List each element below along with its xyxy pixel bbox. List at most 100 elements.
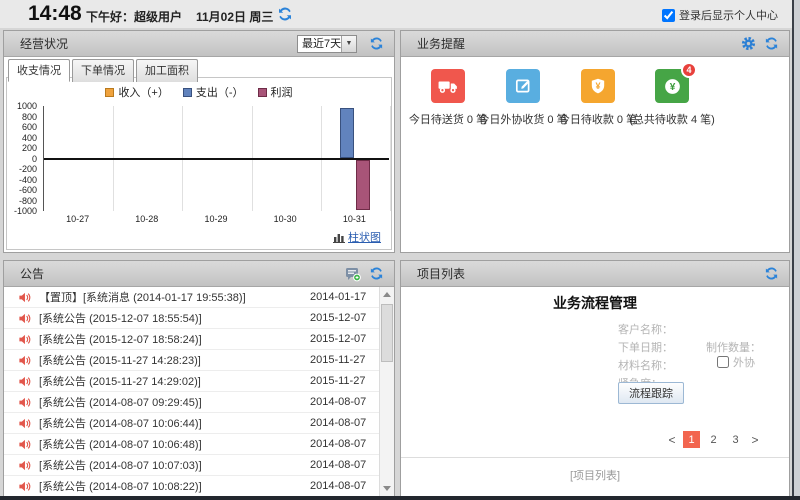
- announcement-date: 2014-08-07: [310, 417, 366, 429]
- announcement-text: 【置顶】[系统消息 (2014-01-17 19:55:38)]: [39, 289, 246, 305]
- legend-label: 支出（-）: [196, 84, 244, 100]
- topbar-refresh-icon[interactable]: [277, 6, 293, 27]
- chart-yticks: 10008006004002000-200-400-600-800-1000: [7, 106, 41, 211]
- announcement-row[interactable]: [系统公告 (2015-11-27 14:28:23)] 2015-11-27: [4, 350, 394, 371]
- project-list-panel: 项目列表 业务流程管理 客户名称： 下单日期： 制作数量： 材料名称： 外协 紧…: [400, 260, 790, 497]
- speaker-icon: [18, 333, 31, 346]
- speaker-icon: [18, 354, 31, 367]
- tab-orders[interactable]: 下单情况: [72, 59, 134, 82]
- announcement-date: 2014-01-17: [310, 291, 366, 303]
- edit-icon: [506, 69, 540, 103]
- topbar: 14:48 下午好：超级用户 11月02日 周三 登录后显示个人中心: [0, 0, 792, 28]
- legend-swatch-profit: [258, 88, 267, 97]
- announcement-date: 2014-08-07: [310, 480, 366, 492]
- announcement-row[interactable]: [系统公告 (2014-08-07 10:06:44)] 2014-08-07: [4, 413, 394, 434]
- page-button-2[interactable]: 2: [705, 431, 722, 448]
- tab-processing-area[interactable]: 加工面积: [136, 59, 198, 82]
- scroll-down-arrow[interactable]: [380, 481, 394, 496]
- announcement-date: 2014-08-07: [310, 396, 366, 408]
- scroll-up-arrow[interactable]: [380, 287, 394, 302]
- zero-axis-line: [44, 158, 389, 160]
- page-button-1[interactable]: 1: [683, 431, 700, 448]
- announcements-refresh-icon[interactable]: [369, 266, 384, 281]
- x-axis-tick: 10-27: [66, 214, 89, 224]
- page-button-3[interactable]: 3: [727, 431, 744, 448]
- chevron-down-icon[interactable]: ▼: [341, 36, 356, 52]
- reminder-payment-total[interactable]: ¥ 4 (总共待收款 4 笔): [627, 69, 717, 127]
- business-status-header: 经营状况 最近7天 ▼: [4, 31, 394, 57]
- add-announcement-icon[interactable]: [345, 266, 361, 282]
- reminders-refresh-icon[interactable]: [764, 36, 779, 51]
- y-axis-tick: 200: [22, 143, 37, 153]
- announcement-row[interactable]: [系统公告 (2014-08-07 10:07:03)] 2014-08-07: [4, 455, 394, 476]
- announcement-row[interactable]: [系统公告 (2014-08-07 10:06:48)] 2014-08-07: [4, 434, 394, 455]
- reminder-label: (总共待收款 4 笔): [627, 111, 717, 127]
- announcements-scrollbar[interactable]: [379, 287, 394, 496]
- clock: 14:48: [28, 2, 82, 26]
- gridline: [390, 106, 391, 211]
- speaker-icon: [18, 438, 31, 451]
- greeting-text: 下午好：超级用户: [86, 8, 182, 25]
- business-status-refresh-icon[interactable]: [369, 36, 384, 51]
- announcement-date: 2014-08-07: [310, 459, 366, 471]
- announcement-text: [系统公告 (2015-12-07 18:58:24)]: [39, 331, 202, 347]
- y-axis-tick: 0: [32, 154, 37, 164]
- speaker-icon: [18, 291, 31, 304]
- announcement-list: 【置顶】[系统消息 (2014-01-17 19:55:38)] 2014-01…: [4, 287, 394, 496]
- project-list-footer: [项目列表]: [401, 467, 789, 483]
- announcement-row[interactable]: [系统公告 (2014-08-07 10:08:22)] 2014-08-07: [4, 476, 394, 496]
- announcement-date: 2015-12-07: [310, 333, 366, 345]
- page-next-button[interactable]: >: [749, 431, 761, 448]
- business-status-panel: 经营状况 最近7天 ▼ 收支情况 下单情况 加工面积 收入（+） 支出（-） 利…: [3, 30, 395, 253]
- outsource-label: 外协: [733, 354, 755, 370]
- x-axis-tick: 10-30: [274, 214, 297, 224]
- customer-name-label: 客户名称：: [618, 321, 673, 337]
- page-prev-button[interactable]: <: [666, 431, 678, 448]
- outsource-checkbox[interactable]: [717, 356, 729, 368]
- personal-center-checkbox[interactable]: [662, 9, 675, 22]
- announcement-date: 2015-11-27: [310, 354, 365, 366]
- business-status-body: 收支情况 下单情况 加工面积 收入（+） 支出（-） 利润 1000800600…: [4, 57, 394, 252]
- speaker-icon: [18, 396, 31, 409]
- bar-chart-link[interactable]: 柱状图: [333, 229, 381, 245]
- divider: [401, 457, 789, 458]
- announcements-header: 公告: [4, 261, 394, 287]
- chart-xlabels: 10-2710-2810-2910-3010-31: [43, 214, 389, 228]
- announcement-row[interactable]: [系统公告 (2014-08-07 09:29:45)] 2014-08-07: [4, 392, 394, 413]
- scrollbar-thumb[interactable]: [381, 304, 393, 362]
- workflow-track-button[interactable]: 流程跟踪: [618, 382, 684, 404]
- speaker-icon: [18, 375, 31, 388]
- quantity-label: 制作数量：: [706, 339, 761, 355]
- speaker-icon: [18, 312, 31, 325]
- announcement-row[interactable]: [系统公告 (2015-11-27 14:29:02)] 2015-11-27: [4, 371, 394, 392]
- announcement-text: [系统公告 (2015-11-27 14:29:02)]: [39, 373, 201, 389]
- panel-title: 业务提醒: [417, 35, 465, 52]
- speaker-icon: [18, 480, 31, 493]
- panel-title: 项目列表: [417, 265, 465, 282]
- tab-income-expense[interactable]: 收支情况: [8, 59, 70, 82]
- material-name-label: 材料名称：: [618, 357, 673, 373]
- window-right-edge: [792, 0, 800, 500]
- announcement-row[interactable]: 【置顶】[系统消息 (2014-01-17 19:55:38)] 2014-01…: [4, 287, 394, 308]
- gear-icon[interactable]: [741, 36, 756, 51]
- reminders-body: 今日待送货 0 笔 今日外协收货 0 笔 ¥ 今日待收款 0 笔: [401, 57, 789, 252]
- y-axis-tick: 400: [22, 133, 37, 143]
- personal-center-toggle[interactable]: 登录后显示个人中心: [662, 7, 778, 23]
- project-list-body: 业务流程管理 客户名称： 下单日期： 制作数量： 材料名称： 外协 紧急度： 流…: [401, 287, 789, 496]
- y-axis-tick: 800: [22, 112, 37, 122]
- legend-item: 支出（-）: [183, 84, 244, 100]
- outsource-checkbox-row[interactable]: 外协: [717, 354, 755, 370]
- announcement-row[interactable]: [系统公告 (2015-12-07 18:55:54)] 2015-12-07: [4, 308, 394, 329]
- announcement-row[interactable]: [系统公告 (2015-12-07 18:58:24)] 2015-12-07: [4, 329, 394, 350]
- announcement-text: [系统公告 (2014-08-07 10:07:03)]: [39, 457, 202, 473]
- y-axis-tick: -400: [19, 175, 37, 185]
- y-axis-tick: -200: [19, 164, 37, 174]
- bar-chart-link-label: 柱状图: [348, 229, 381, 245]
- project-list-refresh-icon[interactable]: [764, 266, 779, 281]
- date-range-select[interactable]: 最近7天 ▼: [297, 35, 357, 53]
- pagination: < 1 2 3 >: [666, 431, 761, 448]
- announcement-text: [系统公告 (2015-12-07 18:55:54)]: [39, 310, 202, 326]
- announcement-text: [系统公告 (2014-08-07 10:06:48)]: [39, 436, 202, 452]
- svg-text:¥: ¥: [595, 81, 600, 91]
- announcements-panel: 公告 【置顶】[系统消息 (201: [3, 260, 395, 497]
